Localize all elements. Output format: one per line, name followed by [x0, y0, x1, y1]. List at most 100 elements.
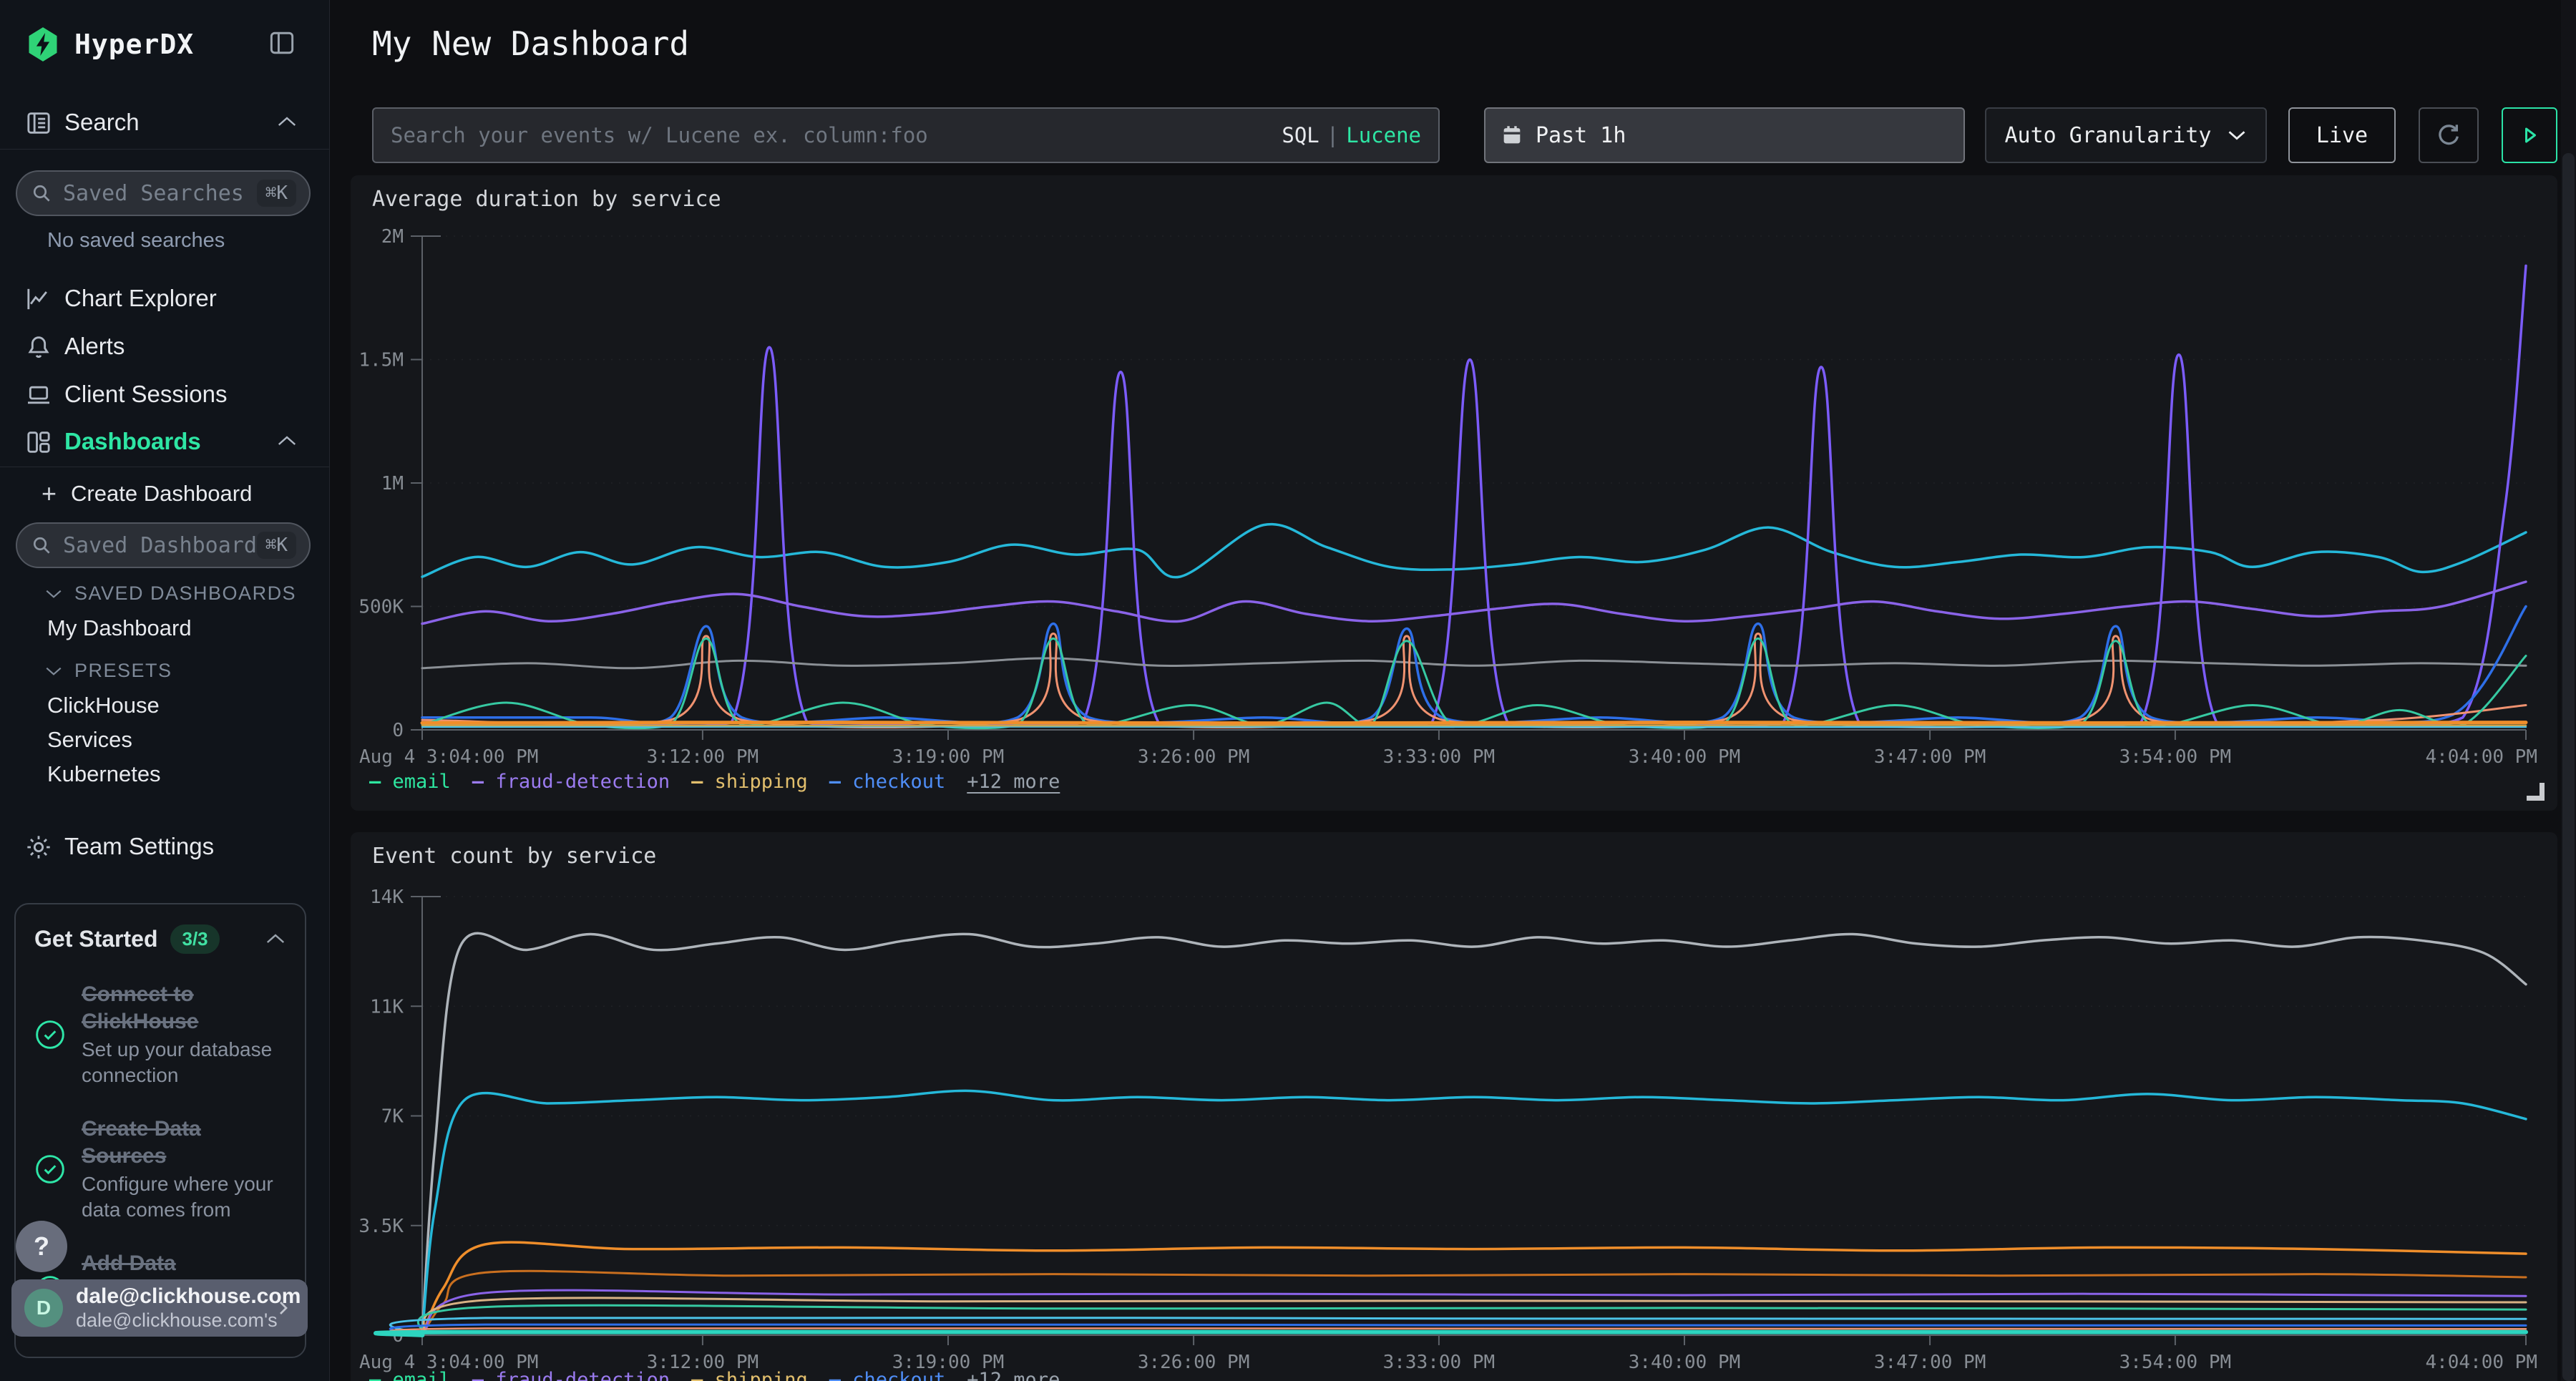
legend-item-shipping[interactable]: — shipping — [691, 771, 808, 793]
sidebar-item-team-settings[interactable]: Team Settings — [0, 824, 329, 870]
sidebar-item-label: Chart Explorer — [64, 285, 217, 312]
refresh-button[interactable] — [2419, 107, 2479, 163]
section-header-label: PRESETS — [74, 660, 172, 682]
panel-resize-handle[interactable] — [2527, 783, 2545, 801]
dashboards-grid-icon — [24, 428, 53, 457]
get-started-item-sources[interactable]: Create Data Sources Configure where your… — [34, 1116, 286, 1223]
saved-dashboards-input[interactable]: Saved Dashboards ⌘K — [16, 522, 311, 568]
y-tick-label: 1M — [381, 473, 404, 494]
x-tick-label: 4:04:00 PM — [2425, 1352, 2537, 1373]
shortcut-badge: ⌘K — [257, 532, 296, 559]
legend-item-email[interactable]: — email — [369, 771, 451, 793]
x-tick-label: 3:54:00 PM — [2119, 746, 2232, 768]
time-range-picker[interactable]: Past 1h — [1484, 107, 1965, 163]
legend-more-link[interactable]: +12 more — [967, 771, 1060, 793]
get-started-item-desc: Set up your database connection — [82, 1037, 286, 1088]
check-circle-icon — [34, 1019, 66, 1050]
chevron-up-icon[interactable] — [265, 932, 286, 947]
series-tan-base — [422, 725, 2526, 726]
section-header-label: SAVED DASHBOARDS — [74, 582, 296, 605]
saved-dashboards-section-header[interactable]: SAVED DASHBOARDS — [44, 582, 296, 605]
plus-icon: + — [42, 483, 57, 504]
run-query-button[interactable] — [2502, 107, 2557, 163]
main-content: My New Dashboard Search your events w/ L… — [330, 0, 2576, 1381]
shortcut-badge: ⌘K — [257, 180, 296, 207]
x-tick-label: 3:54:00 PM — [2119, 1352, 2232, 1373]
chevron-right-icon — [272, 1297, 295, 1319]
sidebar-item-client-sessions[interactable]: Client Sessions — [0, 372, 329, 418]
lucene-language-toggle[interactable]: Lucene — [1346, 123, 1421, 147]
app-logo-text: HyperDX — [74, 29, 194, 60]
sidebar-item-search[interactable]: Search — [0, 100, 329, 146]
scrollbar-thumb[interactable] — [2562, 153, 2575, 1381]
hyperdx-app: HyperDX Search Sa — [0, 0, 2576, 1381]
sidebar-item-my-dashboard[interactable]: My Dashboard — [47, 615, 192, 641]
legend-item-checkout[interactable]: — checkout — [829, 1369, 946, 1381]
x-tick-label: 4:04:00 PM — [2425, 746, 2537, 768]
play-icon — [2517, 122, 2542, 148]
get-started-item-connect[interactable]: Connect to ClickHouse Set up your databa… — [34, 981, 286, 1088]
granularity-value: Auto Granularity — [2005, 123, 2212, 148]
y-tick-label: 7K — [381, 1106, 404, 1128]
y-tick-label: 3.5K — [358, 1216, 404, 1237]
x-tick-label: 3:47:00 PM — [1874, 746, 1986, 768]
create-dashboard-button[interactable]: + Create Dashboard — [42, 481, 252, 507]
sidebar-item-kubernetes[interactable]: Kubernetes — [47, 761, 161, 787]
event-search-input[interactable]: Search your events w/ Lucene ex. column:… — [372, 107, 1440, 163]
help-button[interactable]: ? — [16, 1221, 67, 1272]
sidebar: HyperDX Search Sa — [0, 0, 330, 1381]
laptop-icon — [24, 381, 53, 409]
legend-item-fraud-detection[interactable]: — fraud-detection — [472, 1369, 670, 1381]
chart-panel-event-count: Event count by service 14K11K7K3.5K0Aug … — [351, 832, 2557, 1381]
presets-section-header[interactable]: PRESETS — [44, 660, 172, 682]
check-circle-icon — [34, 1153, 66, 1185]
series-gray-flat — [422, 658, 2526, 668]
sidebar-item-dashboards[interactable]: Dashboards — [0, 419, 329, 465]
dashboard-toolbar: Search your events w/ Lucene ex. column:… — [372, 107, 2557, 163]
legend-item-shipping[interactable]: — shipping — [691, 1369, 808, 1381]
granularity-select[interactable]: Auto Granularity — [1985, 107, 2267, 163]
sidebar-item-clickhouse[interactable]: ClickHouse — [47, 693, 160, 718]
live-button[interactable]: Live — [2288, 107, 2396, 163]
line-chart-event-count: 14K11K7K3.5K0Aug 4 3:04:00 PM3:12:00 PM3… — [351, 832, 2559, 1381]
language-separator: | — [1327, 123, 1339, 147]
get-started-item-desc: Configure where your data comes from — [82, 1171, 286, 1223]
legend-item-fraud-detection[interactable]: — fraud-detection — [472, 771, 670, 793]
get-started-item-title: Create Data Sources — [82, 1116, 286, 1170]
user-team: dale@clickhouse.com's — [76, 1309, 272, 1332]
sidebar-item-alerts[interactable]: Alerts — [0, 324, 329, 370]
user-menu[interactable]: D dale@clickhouse.com dale@clickhouse.co… — [11, 1279, 308, 1337]
x-tick-label: 3:33:00 PM — [1383, 1352, 1496, 1373]
y-tick-label: 1.5M — [358, 350, 404, 371]
sql-language-toggle[interactable]: SQL — [1282, 123, 1319, 147]
legend-more-link[interactable]: +12 more — [967, 1369, 1060, 1381]
sidebar-item-label: Client Sessions — [64, 381, 227, 408]
chevron-up-icon — [276, 434, 298, 449]
get-started-progress-badge: 3/3 — [170, 924, 219, 954]
user-email: dale@clickhouse.com — [76, 1284, 272, 1309]
legend-item-checkout[interactable]: — checkout — [829, 771, 946, 793]
calendar-icon — [1500, 123, 1524, 147]
scrollbar-track — [2561, 0, 2576, 1381]
sidebar-item-chart-explorer[interactable]: Chart Explorer — [0, 276, 329, 322]
create-dashboard-label: Create Dashboard — [71, 481, 252, 507]
saved-searches-input[interactable]: Saved Searches ⌘K — [16, 170, 311, 216]
search-icon — [30, 182, 53, 205]
live-label: Live — [2316, 123, 2368, 148]
y-tick-label: 500K — [358, 597, 404, 618]
get-started-header[interactable]: Get Started 3/3 — [34, 924, 286, 954]
saved-searches-placeholder: Saved Searches — [63, 181, 257, 206]
refresh-icon — [2434, 121, 2463, 150]
bell-icon — [24, 333, 53, 361]
sidebar-item-services[interactable]: Services — [47, 727, 132, 753]
y-tick-label: 11K — [370, 996, 404, 1018]
line-chart-avg-duration: 2M1.5M1M500K0Aug 4 3:04:00 PM3:12:00 PM3… — [351, 175, 2559, 812]
hyperdx-logo-icon — [24, 26, 62, 63]
y-tick-label: 2M — [381, 226, 404, 248]
legend-item-email[interactable]: — email — [369, 1369, 451, 1381]
x-tick-label: 3:40:00 PM — [1629, 1352, 1741, 1373]
x-tick-label: 3:26:00 PM — [1138, 1352, 1250, 1373]
x-tick-label: 3:40:00 PM — [1629, 746, 1741, 768]
chart-panel-avg-duration: Average duration by service 2M1.5M1M500K… — [351, 175, 2557, 811]
collapse-sidebar-icon[interactable] — [266, 27, 298, 59]
